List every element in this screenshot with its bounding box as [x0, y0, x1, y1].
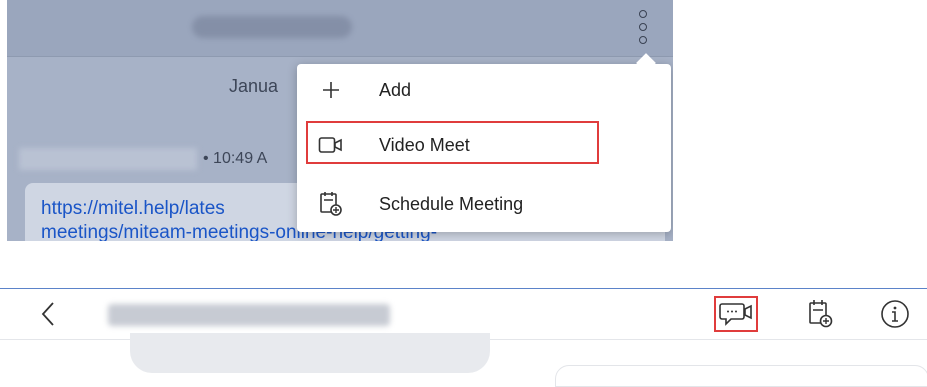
menu-item-label: Schedule Meeting — [379, 193, 524, 214]
blurred-conversation-title — [192, 16, 352, 38]
menu-item-add[interactable]: Add — [297, 66, 671, 114]
message-link[interactable]: https://mitel.help/lates — [41, 197, 225, 221]
video-meet-button[interactable] — [714, 296, 758, 332]
chat-video-icon — [719, 303, 752, 326]
back-button[interactable] — [38, 299, 66, 329]
options-menu: Add Video Meet Schedule Meeting — [297, 53, 671, 232]
menu-item-label: Add — [379, 79, 412, 100]
calendar-add-icon — [315, 191, 347, 217]
partial-chat-bubble — [130, 333, 490, 373]
menu-item-schedule-meeting[interactable]: Schedule Meeting — [297, 180, 671, 228]
schedule-meeting-button[interactable] — [800, 296, 840, 332]
conversation-toolbar — [0, 289, 927, 339]
partial-panel-edge — [555, 365, 927, 387]
top-screenshot-panel: Janua • 10:49 A https://mitel.help/lates… — [7, 0, 673, 241]
plus-icon — [315, 77, 347, 103]
conversation-header — [7, 0, 673, 57]
blurred-sender-name — [19, 148, 197, 170]
chevron-left-icon — [41, 302, 54, 326]
info-icon — [881, 300, 909, 328]
calendar-add-icon — [809, 300, 833, 328]
video-meet-highlight — [306, 121, 599, 164]
date-separator: Janua — [229, 76, 279, 96]
info-button[interactable] — [875, 296, 915, 332]
blurred-contact-name — [108, 304, 390, 326]
message-timestamp: • 10:49 A — [203, 150, 268, 167]
more-options-icon[interactable] — [637, 10, 649, 44]
